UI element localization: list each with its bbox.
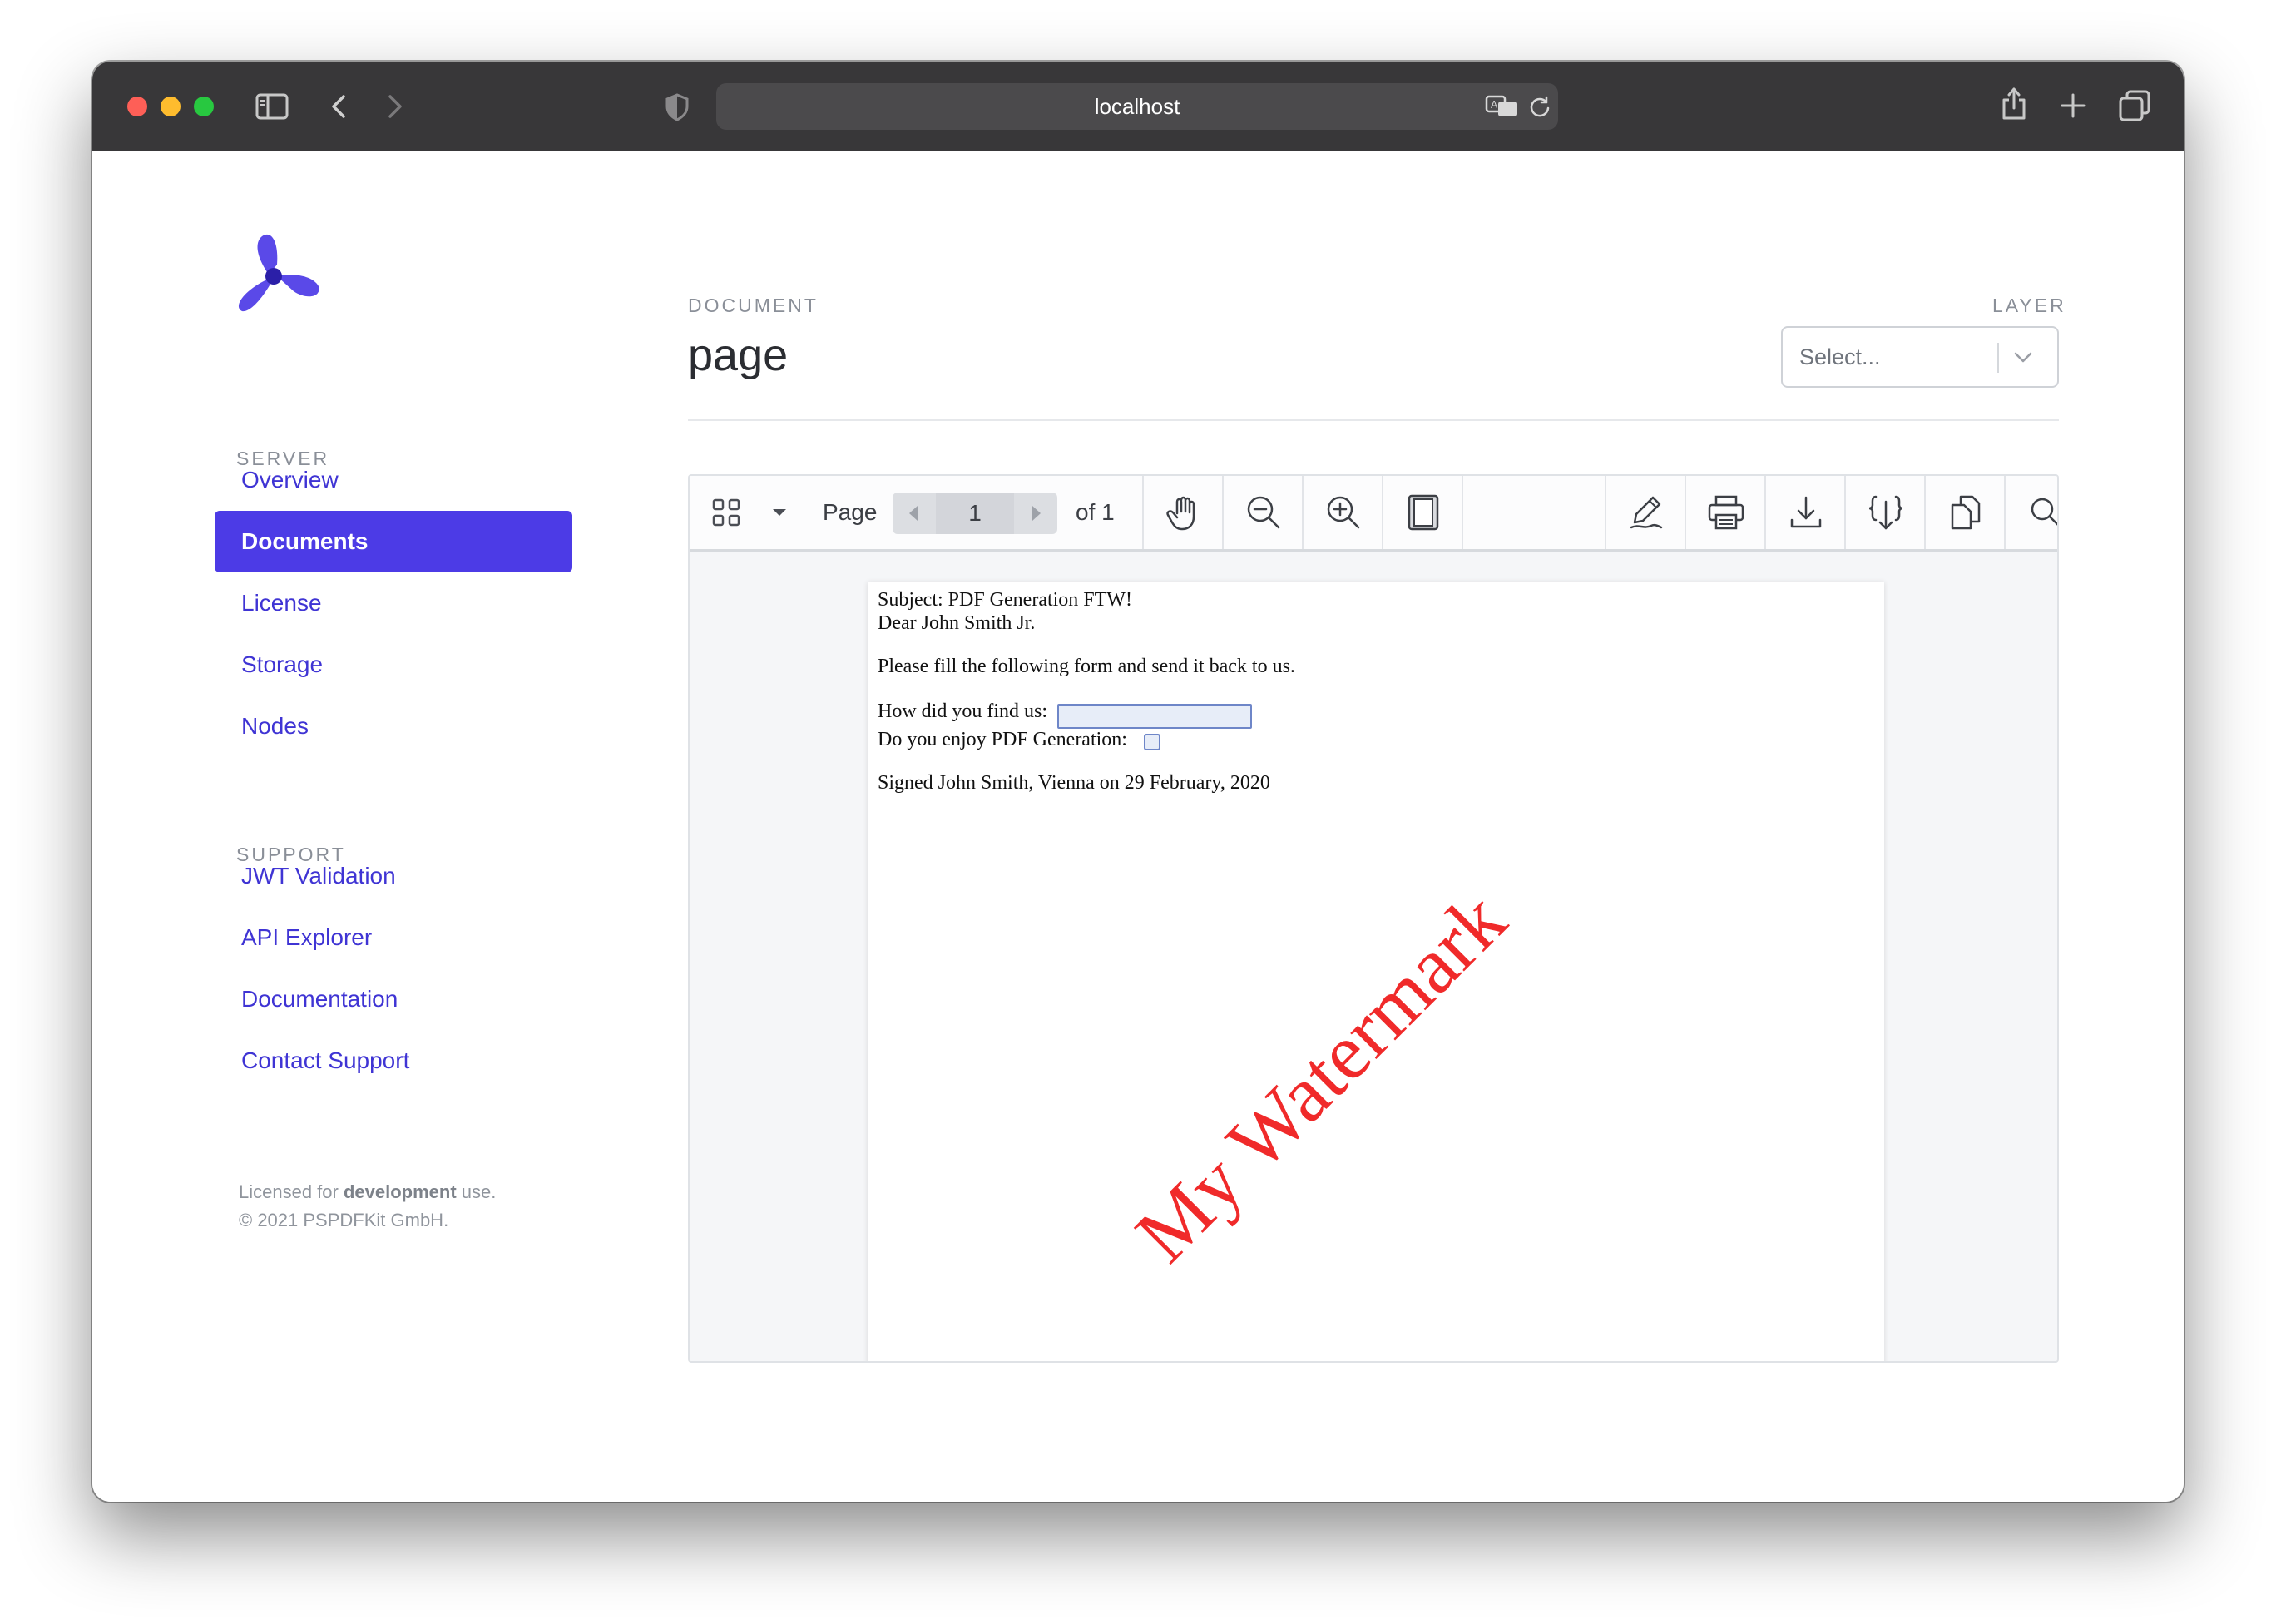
toolbar-separator [1605, 476, 1606, 549]
sidebar-item-nodes[interactable]: Nodes [215, 696, 572, 757]
enjoy-pdf-checkbox[interactable] [1144, 734, 1160, 750]
sidebar-item-jwt-validation[interactable]: JWT Validation [215, 845, 572, 907]
pdf-question-enjoy: Do you enjoy PDF Generation: [878, 729, 1127, 750]
search-icon [2031, 498, 2057, 526]
chevron-down-icon[interactable] [2012, 348, 2034, 366]
header-divider [688, 419, 2059, 421]
toolbar-separator [1142, 476, 1144, 549]
share-icon[interactable] [2001, 87, 2027, 121]
next-page-icon[interactable] [1027, 503, 1044, 523]
tab-overview-icon[interactable] [2119, 90, 2150, 121]
toolbar-separator [1764, 476, 1766, 549]
zoom-in-button[interactable] [1305, 476, 1382, 549]
copy-pages-icon [1951, 495, 1981, 530]
layer-label: LAYER [1992, 295, 2066, 316]
forward-icon[interactable] [385, 93, 405, 120]
zoom-window-button[interactable] [194, 97, 214, 116]
pen-icon [1630, 496, 1663, 529]
layer-select-placeholder[interactable]: Select... [1799, 328, 1881, 386]
document-editor-button[interactable] [1927, 476, 2004, 549]
toolbar-separator [1844, 476, 1846, 549]
new-tab-icon[interactable] [2061, 93, 2086, 118]
sidebar-item-storage[interactable]: Storage [215, 634, 572, 696]
page-count-label: of 1 [1076, 499, 1115, 525]
address-text[interactable]: localhost [716, 83, 1558, 130]
toolbar-separator [1302, 476, 1304, 549]
license-note-suffix: use. [456, 1181, 497, 1202]
pdf-greeting: Dear John Smith Jr. [878, 612, 1036, 634]
browser-titlebar: localhost A [92, 62, 2184, 152]
sidebar-item-contact-support[interactable]: Contact Support [215, 1030, 572, 1092]
toolbar-separator [1222, 476, 1224, 549]
translate-icon[interactable]: A [1485, 95, 1518, 118]
pdf-subject-line: Subject: PDF Generation FTW! [878, 589, 1132, 611]
browser-window: localhost A SERVER Overview Documents Li… [92, 62, 2184, 1502]
page-layout-icon [1408, 494, 1439, 531]
hand-icon [1166, 496, 1195, 531]
previous-page-icon[interactable] [906, 503, 923, 523]
sidebar-item-license[interactable]: License [215, 572, 572, 634]
license-note-mode: development [343, 1181, 457, 1202]
svg-text:A: A [1491, 99, 1498, 111]
pdf-instructions: Please fill the following form and send … [878, 656, 1295, 677]
toolbar-separator [1685, 476, 1686, 549]
reload-icon[interactable] [1528, 95, 1551, 118]
sidebar-item-overview[interactable]: Overview [215, 449, 572, 511]
viewer-toolbar: Page 1 of 1 [690, 476, 2057, 552]
sidebar-item-documents[interactable]: Documents [215, 511, 572, 572]
caret-down-icon [773, 509, 786, 516]
page-number-input[interactable]: 1 [936, 493, 1014, 534]
privacy-shield-icon[interactable] [665, 93, 690, 121]
license-note-prefix: Licensed for [239, 1181, 344, 1202]
fit-page-button[interactable] [1385, 476, 1462, 549]
close-window-button[interactable] [127, 97, 147, 116]
toolbar-separator [2004, 476, 2006, 549]
thumbnails-button[interactable] [701, 476, 751, 549]
sidebar-toggle-icon[interactable] [255, 93, 289, 120]
signature-button[interactable] [1608, 476, 1685, 549]
page-content: SERVER Overview Documents License Storag… [92, 151, 2184, 1502]
copyright-note: © 2021 PSPDFKit GmbH. [239, 1210, 449, 1230]
pdf-page: Subject: PDF Generation FTW! Dear John S… [868, 582, 1884, 1361]
layer-select[interactable]: Select... [1781, 326, 2059, 388]
pdf-question-find-us: How did you find us: [878, 701, 1047, 722]
pdf-viewer: Page 1 of 1 Subject: PDF Generation FTW!… [688, 474, 2059, 1363]
pan-tool-button[interactable] [1145, 476, 1222, 549]
toolbar-separator [1382, 476, 1383, 549]
printer-icon [1708, 495, 1744, 530]
download-icon [1790, 496, 1822, 528]
zoom-in-icon [1327, 496, 1360, 529]
pdf-signature-line: Signed John Smith, Vienna on 29 February… [878, 772, 1270, 794]
download-button[interactable] [1768, 476, 1844, 549]
back-icon[interactable] [329, 93, 349, 120]
page-title: page [688, 330, 789, 380]
minimize-window-button[interactable] [161, 97, 181, 116]
zoom-out-icon [1247, 496, 1280, 529]
toolbar-separator [1462, 476, 1463, 549]
how-found-us-field[interactable] [1057, 704, 1252, 729]
sidebar-item-documentation[interactable]: Documentation [215, 968, 572, 1030]
zoom-out-button[interactable] [1225, 476, 1302, 549]
json-download-icon [1868, 495, 1903, 530]
layer-select-divider [1997, 343, 1999, 373]
sidebar-mode-dropdown[interactable] [763, 476, 796, 549]
page-label: Page [823, 499, 878, 525]
document-label: DOCUMENT [688, 295, 819, 316]
pspdfkit-logo-icon[interactable] [235, 231, 327, 321]
pdf-watermark: My Watermark [1118, 874, 1522, 1280]
page-navigator: 1 [893, 493, 1057, 534]
search-button[interactable] [2007, 476, 2057, 549]
sidebar-item-api-explorer[interactable]: API Explorer [215, 907, 572, 968]
grid-icon [712, 498, 740, 527]
toolbar-separator [1924, 476, 1926, 549]
address-bar[interactable]: localhost A [716, 83, 1558, 130]
print-button[interactable] [1688, 476, 1764, 549]
license-note: Licensed for development use. [239, 1181, 496, 1203]
export-json-button[interactable] [1848, 476, 1924, 549]
